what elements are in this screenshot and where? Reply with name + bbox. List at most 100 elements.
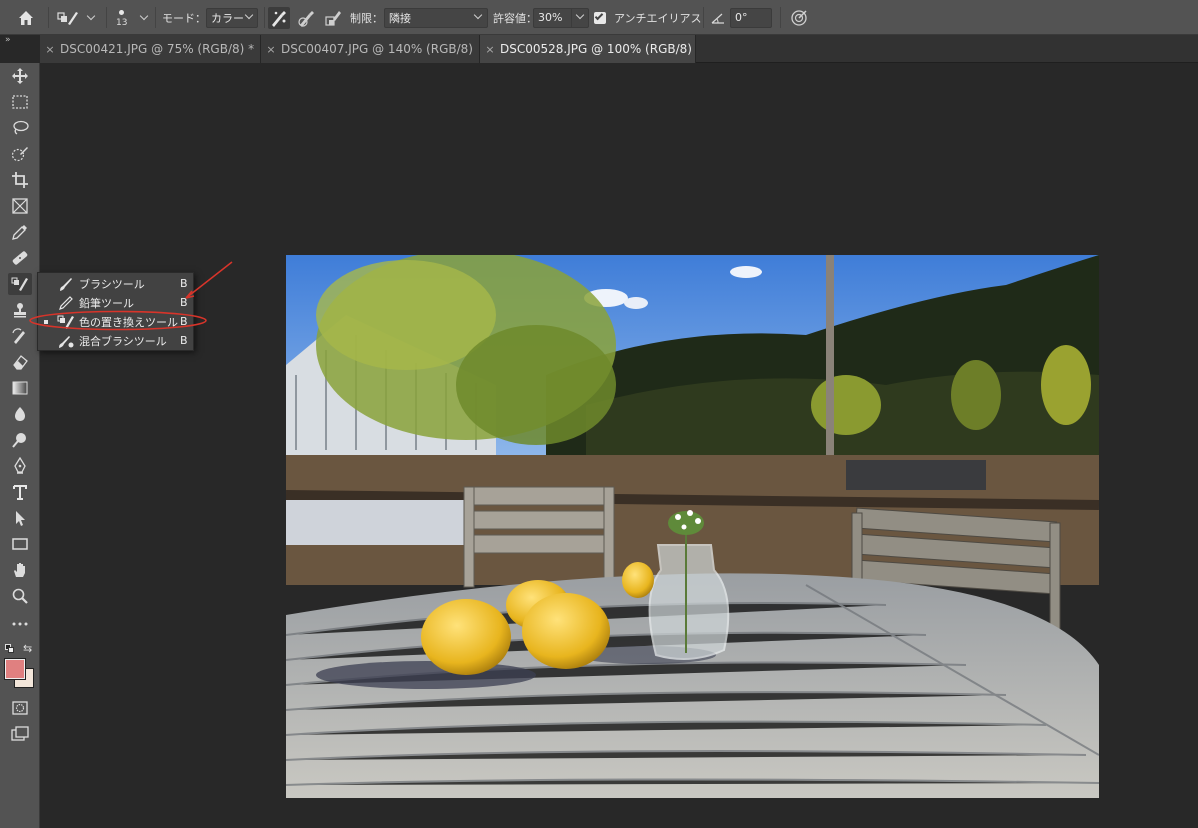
tab-dsc00407[interactable]: × DSC00407.JPG @ 140% (RGB/8): [261, 35, 480, 63]
marquee-icon: [12, 95, 28, 109]
sampling-once-button[interactable]: [296, 7, 318, 29]
move-tool[interactable]: [8, 65, 32, 87]
home-button[interactable]: [16, 0, 36, 35]
antialias-checkbox[interactable]: [594, 11, 606, 24]
marquee-tool[interactable]: [8, 91, 32, 113]
menu-item-color-replacement-tool[interactable]: 色の置き換えツール B: [38, 312, 195, 331]
stamp-tool[interactable]: [8, 299, 32, 321]
lasso-icon: [13, 120, 29, 135]
close-icon[interactable]: ×: [40, 43, 60, 56]
limit-value: 隣接: [389, 11, 411, 25]
check-icon: [594, 11, 604, 20]
pen-tool[interactable]: [8, 455, 32, 477]
path-select-tool[interactable]: [8, 507, 32, 529]
chevron-down-icon: [473, 10, 483, 19]
gradient-icon: [12, 381, 28, 395]
quickmask-button[interactable]: [8, 697, 32, 719]
shortcut-label: B: [180, 334, 188, 347]
pressure-icon: [791, 9, 807, 26]
home-icon: [19, 10, 33, 25]
panel-collapse-button[interactable]: »: [0, 35, 40, 47]
menu-item-label: ブラシツール: [79, 277, 145, 291]
tab-label: DSC00421.JPG @ 75% (RGB/8) *: [60, 42, 255, 56]
chevron-down-icon[interactable]: [139, 11, 149, 21]
type-tool[interactable]: [8, 481, 32, 503]
pencil-icon: [59, 295, 73, 310]
brush-dot-icon: [119, 9, 125, 15]
menu-item-mixer-brush-tool[interactable]: 混合ブラシツール B: [38, 331, 195, 350]
eyedropper-icon: [12, 225, 27, 240]
menu-item-label: 混合ブラシツール: [79, 334, 167, 348]
more-tools-button[interactable]: [8, 613, 32, 635]
screen-mode-icon: [11, 726, 29, 741]
blur-tool[interactable]: [8, 403, 32, 425]
angle-input[interactable]: 0°: [730, 7, 772, 28]
default-colors-icon[interactable]: [5, 644, 15, 654]
tab-label: DSC00407.JPG @ 140% (RGB/8): [281, 42, 473, 56]
screen-mode-button[interactable]: [8, 723, 32, 745]
brush-tools-flyout: ブラシツール B 鉛筆ツール B 色の置き換えツール B 混合ブラシツール B: [37, 272, 194, 351]
history-brush-tool[interactable]: [8, 325, 32, 347]
dodge-icon: [12, 433, 26, 448]
eraser-tool[interactable]: [8, 351, 32, 373]
shortcut-label: B: [180, 277, 188, 290]
limit-select[interactable]: 隣接: [384, 7, 488, 28]
menu-item-brush-tool[interactable]: ブラシツール B: [38, 274, 195, 293]
eraser-icon: [13, 355, 28, 370]
frame-tool[interactable]: [8, 195, 32, 217]
shortcut-label: B: [180, 296, 188, 309]
tab-dsc00421[interactable]: × DSC00421.JPG @ 75% (RGB/8) *: [40, 35, 261, 63]
document-tabs: × DSC00421.JPG @ 75% (RGB/8) * × DSC0040…: [40, 35, 1198, 63]
pressure-size-button[interactable]: [788, 7, 810, 29]
dodge-tool[interactable]: [8, 429, 32, 451]
eyedropper-tool[interactable]: [8, 221, 32, 243]
shortcut-label: B: [180, 315, 188, 328]
history-brush-icon: [12, 328, 25, 344]
tab-dsc00528[interactable]: × DSC00528.JPG @ 100% (RGB/8): [480, 35, 696, 63]
close-icon[interactable]: ×: [480, 43, 500, 56]
menu-item-label: 色の置き換えツール: [79, 315, 178, 329]
mode-select[interactable]: カラー: [206, 7, 258, 28]
brush-tool-group[interactable]: [8, 273, 32, 295]
color-replacement-icon: [57, 315, 74, 329]
brush-size-value: 13: [116, 17, 128, 28]
lasso-tool[interactable]: [8, 117, 32, 139]
tolerance-input[interactable]: 30%: [533, 7, 589, 28]
more-icon: [12, 622, 28, 626]
path-select-icon: [16, 511, 25, 526]
quick-select-tool[interactable]: [8, 143, 32, 165]
brush-size-picker[interactable]: 13: [116, 0, 127, 35]
tool-preset-picker[interactable]: [56, 0, 96, 35]
quickmask-icon: [12, 701, 28, 715]
tolerance-label: 許容値：: [493, 11, 537, 25]
stamp-icon: [14, 303, 26, 318]
menu-item-pencil-tool[interactable]: 鉛筆ツール B: [38, 293, 195, 312]
pen-icon: [14, 457, 26, 474]
zoom-tool[interactable]: [8, 585, 32, 607]
move-icon: [12, 68, 28, 84]
crop-tool[interactable]: [8, 169, 32, 191]
antialias-label: アンチエイリアス: [614, 11, 702, 25]
menu-item-label: 鉛筆ツール: [79, 296, 134, 310]
foreground-color-swatch[interactable]: [4, 658, 26, 680]
hand-icon: [14, 563, 25, 577]
swap-colors-icon[interactable]: ⇆: [23, 642, 32, 655]
chevron-down-icon: [575, 10, 585, 19]
healing-icon: [12, 251, 28, 265]
sampling-background-icon: [325, 10, 341, 26]
rectangle-icon: [12, 538, 28, 550]
sampling-continuous-button[interactable]: [268, 6, 290, 29]
gradient-tool[interactable]: [8, 377, 32, 399]
options-bar: 13 モード： カラー 制限： 隣接 許容値： 30% アンチエイリアス 0°: [0, 0, 1198, 35]
tolerance-value: 30%: [538, 11, 563, 24]
hand-tool[interactable]: [8, 559, 32, 581]
close-icon[interactable]: ×: [261, 43, 281, 56]
lemon-table-photo: [286, 255, 1099, 798]
sampling-background-button[interactable]: [322, 7, 344, 29]
healing-tool[interactable]: [8, 247, 32, 269]
document-image[interactable]: [286, 255, 1099, 798]
rectangle-tool[interactable]: [8, 533, 32, 555]
type-icon: [13, 485, 27, 500]
blur-icon: [15, 407, 25, 421]
mode-label: モード：: [162, 11, 206, 25]
